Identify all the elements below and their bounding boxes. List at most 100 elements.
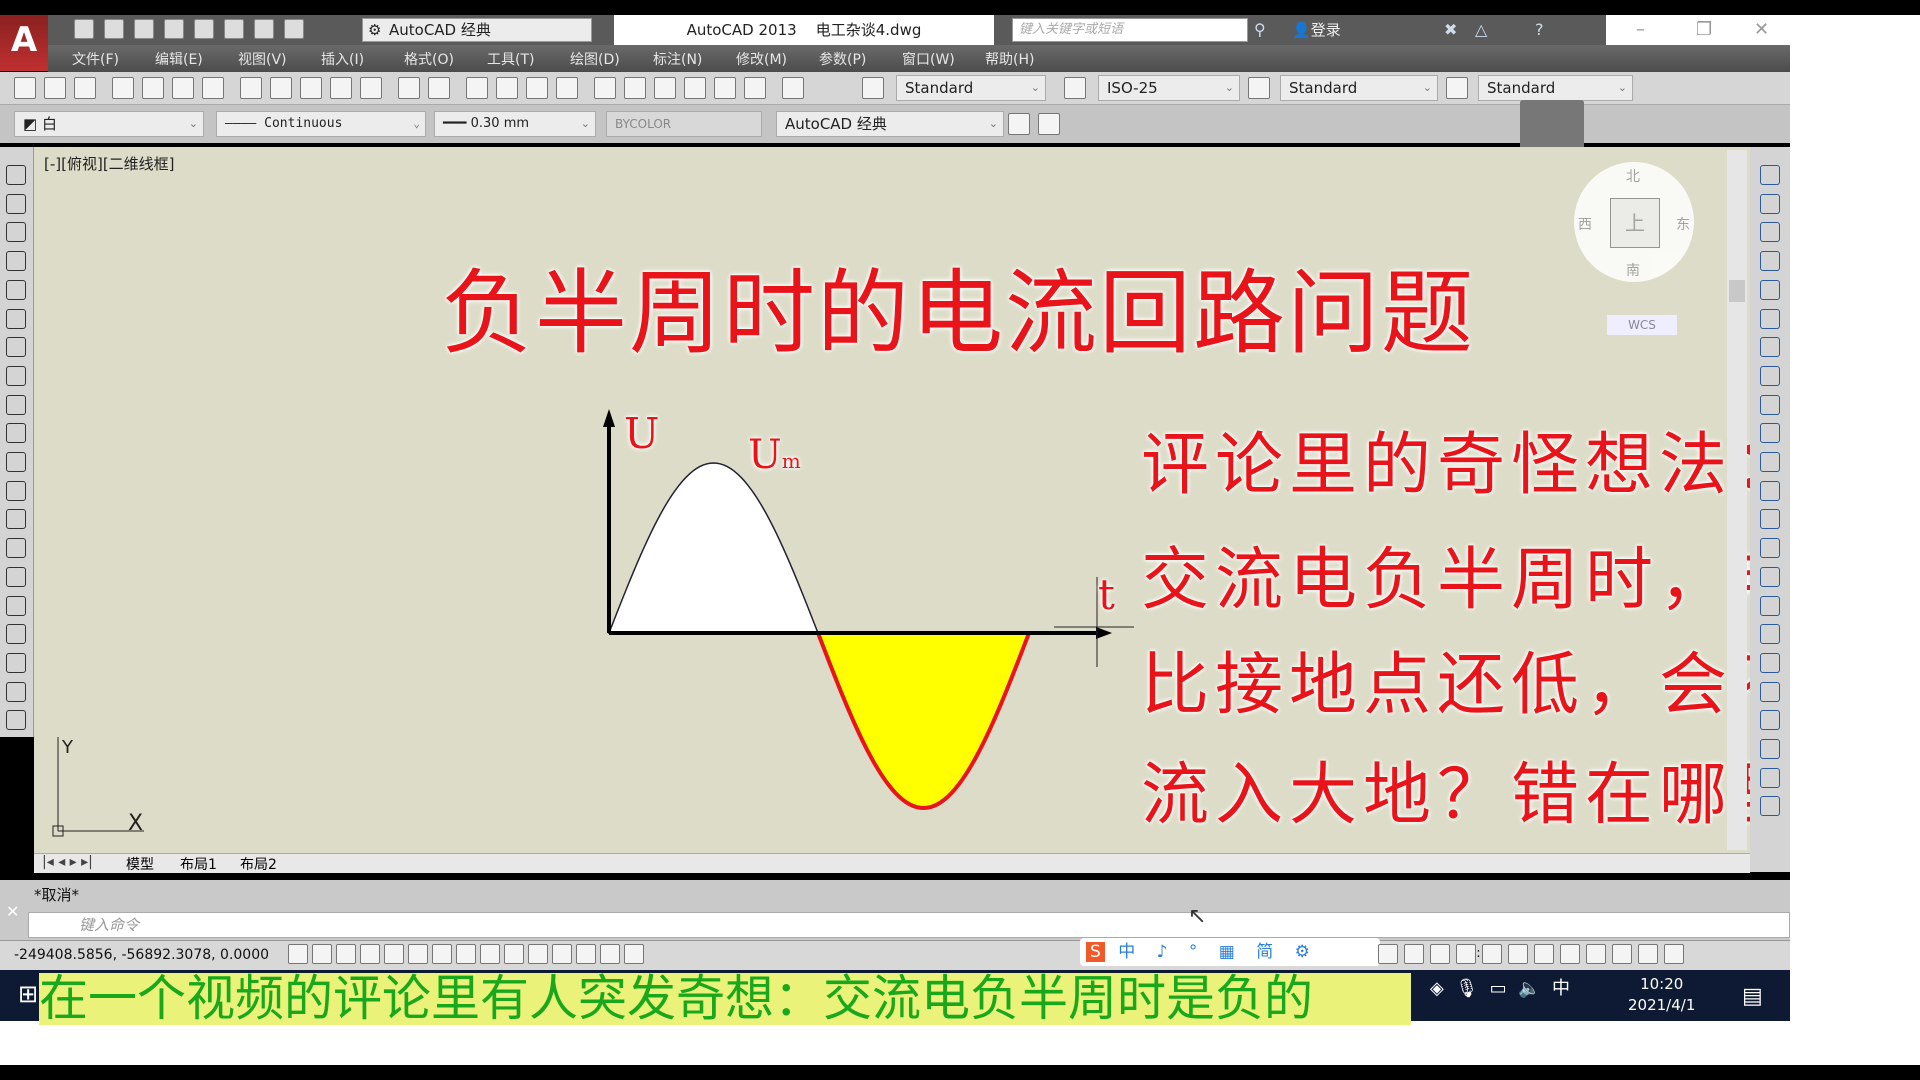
exchange-icon[interactable]: ✖ <box>1444 18 1457 42</box>
region-icon[interactable] <box>6 624 26 645</box>
plot-icon[interactable] <box>172 77 194 99</box>
menu-item[interactable]: 格式(O) <box>404 49 454 69</box>
status-tool-icon[interactable] <box>1664 944 1684 964</box>
construction-line-icon[interactable] <box>6 193 26 214</box>
tab-model[interactable]: 模型 <box>126 854 154 874</box>
battery-icon[interactable]: ▭ <box>1490 978 1507 999</box>
zoom-previous-icon[interactable] <box>556 77 578 99</box>
status-tool-icon[interactable] <box>1482 944 1502 964</box>
point-icon[interactable] <box>6 538 26 559</box>
block-editor-icon[interactable] <box>360 77 382 99</box>
ellipse-icon[interactable] <box>6 423 26 444</box>
tab-layout1[interactable]: 布局1 <box>180 854 217 874</box>
ime-toolbar[interactable]: S 中 ♪ ° ▦ 简 ⚙ <box>1080 938 1380 966</box>
break-icon[interactable] <box>1760 509 1780 530</box>
status-tool-icon[interactable] <box>1404 944 1424 964</box>
match-properties-icon[interactable] <box>330 77 352 99</box>
save-icon[interactable] <box>74 77 96 99</box>
windows-start-icon[interactable]: ⊞ <box>18 980 38 1008</box>
minimize-button[interactable]: – <box>1636 19 1645 40</box>
status-tool-icon[interactable] <box>1534 944 1554 964</box>
status-toggle-icon[interactable] <box>480 944 500 964</box>
status-tool-icon[interactable] <box>1560 944 1580 964</box>
offset-icon[interactable] <box>1760 251 1780 272</box>
copy-object-icon[interactable] <box>1760 193 1780 214</box>
lineweight-select[interactable]: ━━━ 0.30 mm ⌄ <box>434 111 596 137</box>
hatch-back-icon[interactable] <box>1760 796 1780 817</box>
status-tool-icon[interactable] <box>1638 944 1658 964</box>
ime-buttons[interactable]: 中 ♪ ° ▦ 简 ⚙ <box>1118 942 1318 962</box>
status-tool-icon[interactable] <box>1612 944 1632 964</box>
tab-layout2[interactable]: 布局2 <box>240 854 277 874</box>
vertical-scrollbar[interactable] <box>1727 150 1747 850</box>
save-as-icon[interactable] <box>164 19 184 39</box>
break-at-point-icon[interactable] <box>1760 480 1780 501</box>
status-tool-icon[interactable] <box>1456 944 1476 964</box>
status-tool-icon[interactable] <box>1586 944 1606 964</box>
plotstyle-select[interactable]: BYCOLOR <box>606 111 762 137</box>
multiline-text-icon[interactable] <box>6 681 26 702</box>
notification-icon[interactable]: ▤ <box>1742 984 1763 1009</box>
mirror-icon[interactable] <box>1760 222 1780 243</box>
tab-nav-arrows[interactable]: |◂ ◂ ▸ ▸| <box>42 854 93 870</box>
status-tool-icon[interactable] <box>1508 944 1528 964</box>
redo-icon[interactable] <box>428 77 450 99</box>
search-input[interactable]: 键入关键字或短语 <box>1012 18 1248 42</box>
new-icon[interactable] <box>14 77 36 99</box>
menu-item[interactable]: 帮助(H) <box>985 49 1034 69</box>
status-toggle-icon[interactable] <box>552 944 572 964</box>
multileader-style-icon[interactable] <box>1446 77 1468 99</box>
stretch-icon[interactable] <box>1760 394 1780 415</box>
hatch-icon[interactable] <box>6 566 26 587</box>
workspace-settings-icon[interactable] <box>1008 113 1030 135</box>
menu-item[interactable]: 工具(T) <box>487 49 534 69</box>
erase-icon[interactable] <box>1760 165 1780 185</box>
open-icon[interactable] <box>44 77 66 99</box>
table-icon[interactable] <box>6 652 26 673</box>
text-front-icon[interactable] <box>1760 767 1780 788</box>
open-icon[interactable] <box>104 19 124 39</box>
array-icon[interactable] <box>1760 279 1780 300</box>
fillet-icon[interactable] <box>1760 595 1780 616</box>
multileader-style-select[interactable]: Standard ⌄ <box>1478 75 1633 101</box>
restore-button[interactable]: ❐ <box>1696 19 1712 40</box>
zoom-realtime-icon[interactable] <box>496 77 518 99</box>
menu-item[interactable]: 参数(P) <box>819 49 866 69</box>
help-icon[interactable]: ? <box>1535 18 1544 42</box>
binoculars-icon[interactable]: ⚲ <box>1254 18 1266 42</box>
volume-icon[interactable]: 🔈 <box>1518 978 1540 999</box>
status-toggle-icon[interactable] <box>336 944 356 964</box>
line-icon[interactable] <box>6 165 26 185</box>
join-icon[interactable] <box>1760 538 1780 559</box>
status-toggle-icon[interactable] <box>360 944 380 964</box>
network-icon[interactable]: ◈ <box>1430 978 1444 999</box>
move-icon[interactable] <box>1760 308 1780 329</box>
scale-icon[interactable] <box>1760 365 1780 386</box>
insert-block-icon[interactable] <box>6 480 26 501</box>
status-toggle-icon[interactable] <box>600 944 620 964</box>
table-style-icon[interactable] <box>1248 77 1270 99</box>
status-toggle-icon[interactable] <box>624 944 644 964</box>
text-style-icon[interactable] <box>862 77 884 99</box>
draworder-above-icon[interactable] <box>1760 710 1780 731</box>
status-toggle-icon[interactable] <box>576 944 596 964</box>
plot-preview-icon[interactable] <box>194 19 214 39</box>
scrollbar-thumb[interactable] <box>1729 280 1745 302</box>
command-input[interactable]: 键入命令 <box>28 912 1790 938</box>
clock[interactable]: 10:20 2021/4/1 <box>1628 974 1695 1016</box>
menu-item[interactable]: 编辑(E) <box>155 49 203 69</box>
menu-item[interactable]: 插入(I) <box>321 49 364 69</box>
status-toggle-icon[interactable] <box>408 944 428 964</box>
clean-screen-icon[interactable] <box>1038 113 1060 135</box>
calculator-icon[interactable] <box>744 77 766 99</box>
autodesk-360-icon[interactable]: △ <box>1475 18 1487 42</box>
revision-cloud-icon[interactable] <box>6 365 26 386</box>
menu-item[interactable]: 窗口(W) <box>902 49 955 69</box>
undo-icon[interactable] <box>254 19 274 39</box>
copy-icon[interactable] <box>270 77 292 99</box>
rectangle-icon[interactable] <box>6 279 26 300</box>
ime-language[interactable]: 中 <box>1552 978 1570 999</box>
polygon-icon[interactable] <box>6 251 26 272</box>
table-style-select[interactable]: Standard ⌄ <box>1280 75 1438 101</box>
sheet-set-icon[interactable] <box>684 77 706 99</box>
